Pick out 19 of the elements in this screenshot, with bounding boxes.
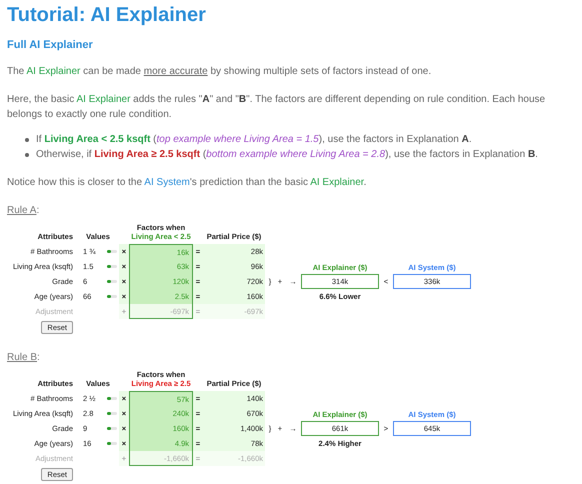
bullet-icon <box>25 152 29 156</box>
page-title: Tutorial: AI Explainer <box>7 4 207 27</box>
slider-icon[interactable] <box>107 412 117 415</box>
text-paragraph: Notice how this is closer to the AI System's prediction than the basic AI Explainer. <box>7 176 368 190</box>
rule-heading: Rule B: <box>7 352 41 363</box>
slider-icon[interactable] <box>107 442 117 445</box>
rule-heading: Rule A: <box>7 205 40 216</box>
text-paragraph: Here, the basic AI Explainer adds the rules "A" and "B". The factors are different depending on rule condition. Each house belongs to exactly one rule condition. <box>7 93 546 122</box>
slider-icon[interactable] <box>107 250 117 253</box>
slider-icon[interactable] <box>107 397 117 400</box>
text-paragraph: The AI Explainer can be made more accurate by showing multiple sets of factors instead of one. <box>7 65 432 79</box>
bullet-icon <box>25 138 29 142</box>
slider-icon[interactable] <box>107 280 117 283</box>
slider-icon[interactable] <box>107 427 117 430</box>
section-title: Full AI Explainer <box>7 39 94 51</box>
list-item: Otherwise, if Living Area ≥ 2.5 ksqft (bottom example where Living Area = 2.8), use the factors in Explanation B. <box>36 148 538 162</box>
list-item: If Living Area < 2.5 ksqft (top example where Living Area = 1.5), use the factors in Explanation A. <box>36 133 472 147</box>
slider-icon[interactable] <box>107 265 117 268</box>
slider-icon[interactable] <box>107 295 117 298</box>
